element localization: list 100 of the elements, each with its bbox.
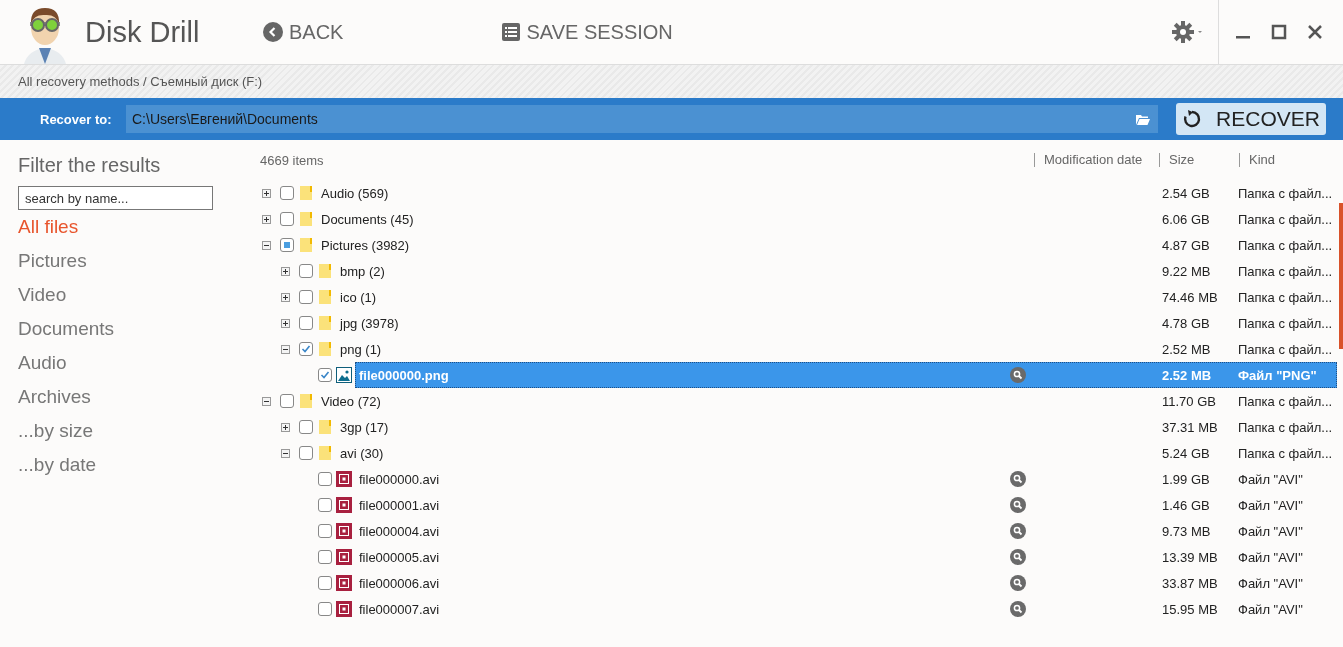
video-file-icon bbox=[336, 549, 352, 565]
size-cell-text: 37.31 MB bbox=[1161, 419, 1219, 435]
file-row[interactable]: png (1) 2.52 MB Папка с файл... bbox=[336, 336, 1337, 362]
back-icon bbox=[263, 22, 283, 42]
expander-icon[interactable] bbox=[262, 240, 271, 250]
checkbox[interactable] bbox=[299, 264, 313, 278]
scrollbar-thumb[interactable] bbox=[1339, 203, 1343, 349]
expander-icon[interactable] bbox=[281, 422, 290, 432]
preview-icon[interactable] bbox=[1010, 497, 1026, 513]
recover-button[interactable]: RECOVER bbox=[1176, 103, 1326, 135]
size-cell-text: 9.73 MB bbox=[1161, 523, 1212, 539]
file-row[interactable]: file000006.avi 33.87 MB Файл "AVI" bbox=[355, 570, 1337, 596]
file-row[interactable]: bmp (2) 9.22 MB Папка с файл... bbox=[336, 258, 1337, 284]
checkbox[interactable] bbox=[280, 212, 294, 226]
column-header[interactable]: Modification date bbox=[1034, 153, 1159, 167]
expander-icon[interactable] bbox=[262, 214, 271, 224]
file-row[interactable]: Pictures (3982) 4.87 GB Папка с файл... bbox=[317, 232, 1337, 258]
filter-item[interactable]: ...by size bbox=[18, 414, 250, 448]
checkbox[interactable] bbox=[318, 498, 332, 512]
path-field[interactable]: C:\Users\Евгений\Documents bbox=[126, 105, 1158, 133]
column-header[interactable]: Kind bbox=[1239, 153, 1337, 167]
item-name: file000000.png bbox=[358, 367, 450, 383]
file-row[interactable]: file000000.avi 1.99 GB Файл "AVI" bbox=[355, 466, 1337, 492]
item-name: 3gp (17) bbox=[339, 419, 390, 435]
expander-icon[interactable] bbox=[281, 292, 290, 302]
checkbox[interactable] bbox=[299, 446, 313, 460]
expander-icon[interactable] bbox=[281, 266, 290, 276]
checkbox[interactable] bbox=[299, 290, 313, 304]
folder-icon bbox=[298, 393, 314, 409]
item-name: file000001.avi bbox=[358, 497, 441, 513]
preview-icon[interactable] bbox=[1010, 601, 1026, 617]
search-field[interactable]: search by name... bbox=[18, 186, 213, 210]
folder-icon bbox=[317, 341, 333, 357]
expander-icon[interactable] bbox=[262, 396, 271, 406]
item-name: file000005.avi bbox=[358, 549, 441, 565]
folder-icon[interactable] bbox=[1136, 113, 1150, 125]
checkbox[interactable] bbox=[280, 186, 294, 200]
filter-item[interactable]: Archives bbox=[18, 380, 250, 414]
kind-cell-text: Папка с файл... bbox=[1238, 393, 1334, 409]
kind-cell-text: Файл "AVI" bbox=[1238, 549, 1304, 565]
checkbox[interactable] bbox=[299, 316, 313, 330]
file-row[interactable]: file000007.avi 15.95 MB Файл "AVI" bbox=[355, 596, 1337, 622]
folder-icon bbox=[298, 211, 314, 227]
size-cell-text: 1.46 GB bbox=[1161, 497, 1211, 513]
close-icon[interactable] bbox=[1307, 24, 1323, 40]
filter-item[interactable]: ...by date bbox=[18, 448, 250, 482]
size-cell-text: 11.70 GB bbox=[1161, 393, 1217, 409]
maximize-icon[interactable] bbox=[1271, 24, 1287, 40]
size-cell-text: 15.95 MB bbox=[1161, 601, 1219, 617]
checkbox[interactable] bbox=[280, 238, 294, 252]
file-row[interactable]: 3gp (17) 37.31 MB Папка с файл... bbox=[336, 414, 1337, 440]
filter-item[interactable]: All files bbox=[18, 210, 250, 244]
kind-cell-text: Папка с файл... bbox=[1238, 341, 1334, 357]
size-cell-text: 5.24 GB bbox=[1161, 445, 1211, 461]
checkbox[interactable] bbox=[280, 394, 294, 408]
checkbox[interactable] bbox=[299, 420, 313, 434]
checkbox[interactable] bbox=[318, 368, 332, 382]
checkbox[interactable] bbox=[299, 342, 313, 356]
checkbox[interactable] bbox=[318, 524, 332, 538]
item-name: file000004.avi bbox=[358, 523, 441, 539]
preview-icon[interactable] bbox=[1010, 523, 1026, 539]
size-cell-text: 74.46 MB bbox=[1161, 289, 1219, 305]
settings-icon[interactable] bbox=[1172, 20, 1204, 44]
kind-cell-text: Файл "AVI" bbox=[1238, 601, 1304, 617]
breadcrumb: All recovery methods / Съемный диск (F:) bbox=[18, 74, 263, 89]
list-icon bbox=[502, 23, 521, 41]
back-button[interactable]: BACK bbox=[263, 20, 344, 44]
filter-item[interactable]: Audio bbox=[18, 346, 250, 380]
filter-item[interactable]: Pictures bbox=[18, 244, 250, 278]
filter-item[interactable]: Documents bbox=[18, 312, 250, 346]
expander-icon[interactable] bbox=[281, 318, 290, 328]
checkbox[interactable] bbox=[318, 602, 332, 616]
kind-cell-text: Папка с файл... bbox=[1238, 211, 1334, 227]
file-row[interactable]: ico (1) 74.46 MB Папка с файл... bbox=[336, 284, 1337, 310]
file-row[interactable]: Audio (569) 2.54 GB Папка с файл... bbox=[317, 180, 1337, 206]
column-header[interactable]: Size bbox=[1159, 153, 1239, 167]
filter-item[interactable]: Video bbox=[18, 278, 250, 312]
file-row[interactable]: file000001.avi 1.46 GB Файл "AVI" bbox=[355, 492, 1337, 518]
file-row[interactable]: file000005.avi 13.39 MB Файл "AVI" bbox=[355, 544, 1337, 570]
file-row[interactable]: Video (72) 11.70 GB Папка с файл... bbox=[317, 388, 1337, 414]
file-row[interactable]: jpg (3978) 4.78 GB Папка с файл... bbox=[336, 310, 1337, 336]
preview-icon[interactable] bbox=[1010, 367, 1026, 383]
expander-icon[interactable] bbox=[262, 188, 271, 198]
checkbox[interactable] bbox=[318, 576, 332, 590]
item-count: 4669 items bbox=[260, 152, 325, 168]
item-name: jpg (3978) bbox=[338, 315, 400, 331]
expander-icon[interactable] bbox=[281, 344, 290, 354]
file-row[interactable]: avi (30) 5.24 GB Папка с файл... bbox=[336, 440, 1337, 466]
preview-icon[interactable] bbox=[1010, 471, 1026, 487]
expander-icon[interactable] bbox=[281, 448, 290, 458]
kind-cell-text: Папка с файл... bbox=[1238, 419, 1334, 435]
checkbox[interactable] bbox=[318, 472, 332, 486]
file-row[interactable]: Documents (45) 6.06 GB Папка с файл... bbox=[317, 206, 1337, 232]
video-file-icon bbox=[336, 497, 352, 513]
preview-icon[interactable] bbox=[1010, 575, 1026, 591]
save-session-button[interactable]: SAVE SESSION bbox=[502, 20, 673, 44]
checkbox[interactable] bbox=[318, 550, 332, 564]
file-row[interactable]: file000004.avi 9.73 MB Файл "AVI" bbox=[355, 518, 1337, 544]
preview-icon[interactable] bbox=[1010, 549, 1026, 565]
recover-to-label: Recover to: bbox=[40, 111, 113, 127]
